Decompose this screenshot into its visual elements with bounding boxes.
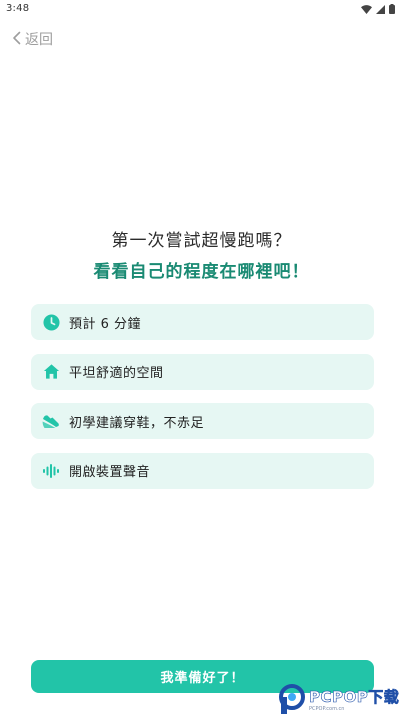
pcpop-logo-icon	[278, 683, 306, 719]
status-icons	[361, 0, 395, 18]
feature-label: 初學建議穿鞋，不赤足	[69, 415, 205, 431]
status-bar: 3:48	[0, 0, 403, 16]
feature-label: 平坦舒適的空間	[69, 366, 164, 381]
wifi-icon	[361, 0, 372, 18]
home-icon	[42, 363, 60, 381]
back-label: 返回	[25, 32, 53, 48]
chevron-left-icon	[12, 30, 21, 49]
watermark-subtitle: PCPOP.com.cn	[309, 706, 345, 712]
clock-icon	[42, 313, 60, 331]
signal-icon	[376, 0, 385, 18]
feature-list: 預計 6 分鐘 平坦舒適的空間 初學建議穿鞋，不赤足 開啟裝置聲音	[31, 304, 374, 502]
page-subtitle: 看看自己的程度在哪裡吧！	[93, 262, 310, 282]
page-title: 第一次嘗試超慢跑嗎？	[111, 231, 292, 251]
feature-label: 預計 6 分鐘	[69, 316, 142, 332]
back-button[interactable]: 返回	[12, 29, 53, 49]
screen: 3:48 返回 第一次嘗試超慢跑嗎？ 看看自己的程度在哪裡吧！ 預計 6 分鐘 …	[0, 0, 403, 720]
sneaker-icon	[42, 412, 60, 430]
feature-item-sound: 開啟裝置聲音	[31, 452, 374, 489]
feature-label: 開啟裝置聲音	[69, 465, 151, 480]
battery-icon	[389, 0, 395, 18]
feature-item-space: 平坦舒適的空間	[31, 353, 374, 390]
feature-item-shoes: 初學建議穿鞋，不赤足	[31, 403, 374, 439]
watermark-text: PCPOP下载 PCPOP.com.cn	[309, 688, 400, 712]
feature-item-duration: 預計 6 分鐘	[31, 304, 374, 340]
sound-wave-icon	[42, 462, 60, 480]
watermark: PCPOP下载 PCPOP.com.cn	[278, 683, 400, 719]
watermark-title: PCPOP下载	[309, 688, 400, 706]
status-time: 3:48	[6, 2, 30, 14]
